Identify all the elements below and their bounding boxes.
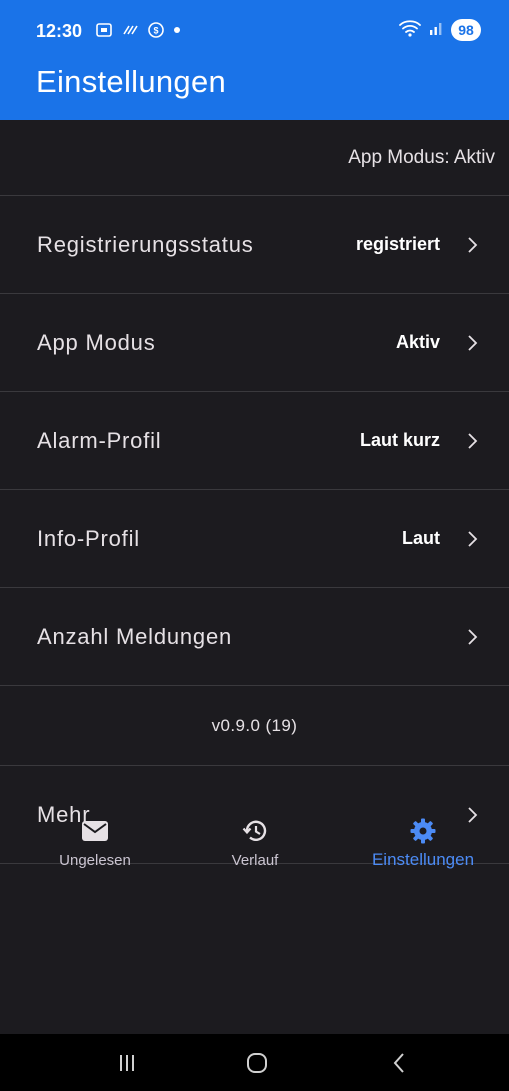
- status-bar: 12:30 $ 98: [0, 0, 509, 54]
- recents-button[interactable]: [112, 1048, 142, 1078]
- tab-ungelesen[interactable]: Ungelesen: [10, 812, 180, 878]
- tab-label: Verlauf: [231, 852, 279, 869]
- row-label: Anzahl Meldungen: [37, 623, 233, 649]
- tab-verlauf[interactable]: Verlauf: [170, 812, 340, 878]
- chevron-right-icon: [468, 432, 478, 449]
- notification-dot-icon: [173, 26, 181, 34]
- chevron-right-icon: [468, 530, 478, 547]
- app-header: 12:30 $ 98 Einstellungen: [0, 0, 509, 120]
- back-button[interactable]: [384, 1048, 414, 1078]
- settings-row-anzahl-meldungen[interactable]: Anzahl Meldungen: [0, 588, 509, 686]
- system-nav-bar: [0, 1034, 509, 1091]
- gear-icon: [409, 816, 437, 846]
- tab-label: Ungelesen: [59, 852, 131, 869]
- mail-icon: [81, 816, 109, 846]
- status-time: 12:30: [36, 21, 83, 41]
- row-label: Alarm-Profil: [37, 427, 162, 453]
- data-saver-icon: $: [147, 21, 165, 39]
- app-mode-banner: App Modus: Aktiv: [0, 120, 509, 196]
- settings-list: App Modus: Aktiv Registrierungsstatus re…: [0, 120, 509, 864]
- settings-row-app-modus[interactable]: App Modus Aktiv: [0, 294, 509, 392]
- row-label: App Modus: [37, 329, 156, 355]
- row-value: Laut kurz: [359, 430, 440, 450]
- row-value: Laut: [402, 528, 440, 548]
- version-label: v0.9.0 (19): [0, 686, 509, 766]
- chevron-right-icon: [468, 628, 478, 645]
- signal-icon: [429, 20, 443, 41]
- page-title: Einstellungen: [36, 64, 227, 99]
- status-icons-right: 98: [399, 18, 481, 42]
- row-value: registriert: [355, 234, 440, 254]
- settings-row-info-profil[interactable]: Info-Profil Laut: [0, 490, 509, 588]
- screen: 12:30 $ 98 Einstellungen App Modus: Akti…: [0, 0, 509, 1091]
- battery-indicator: 98: [451, 19, 481, 41]
- row-label: Info-Profil: [37, 525, 140, 551]
- status-icons-left: $: [95, 18, 181, 42]
- wifi-icon: [399, 19, 421, 42]
- settings-row-alarm-profil[interactable]: Alarm-Profil Laut kurz: [0, 392, 509, 490]
- row-label: Registrierungsstatus: [37, 231, 254, 257]
- nfc-icon: [121, 21, 139, 39]
- settings-row-registrierungsstatus[interactable]: Registrierungsstatus registriert: [0, 196, 509, 294]
- row-value: Aktiv: [395, 332, 440, 352]
- tab-einstellungen[interactable]: Einstellungen: [338, 812, 508, 878]
- history-icon: [241, 816, 269, 846]
- chevron-right-icon: [468, 334, 478, 351]
- screenshot-icon: [95, 21, 113, 39]
- tab-label: Einstellungen: [371, 850, 475, 869]
- chevron-right-icon: [468, 236, 478, 253]
- home-button[interactable]: [242, 1048, 272, 1078]
- svg-text:$: $: [153, 26, 158, 36]
